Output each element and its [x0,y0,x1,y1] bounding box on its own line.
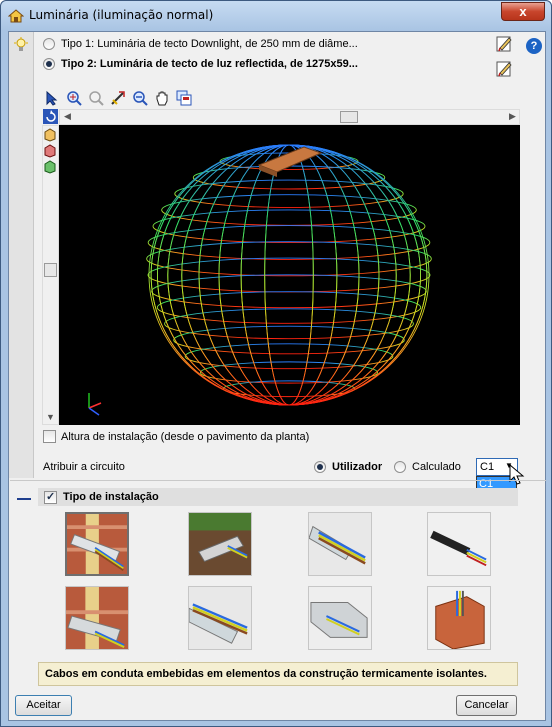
circuit-calc-option[interactable]: Calculado [394,457,461,477]
help-button[interactable]: ? [526,38,542,54]
zoom-dynamic-icon[interactable] [109,89,127,107]
zoom-in-icon[interactable] [131,89,149,107]
install-checkbox[interactable] [44,490,57,504]
type1-label: Tipo 1: Luminária de tecto Downlight, de… [61,38,358,50]
install-thumb-3[interactable] [308,512,372,576]
circuit-user-option[interactable]: Utilizador [314,457,382,477]
cancel-button[interactable]: Cancelar [456,695,517,716]
edit-type1-icon[interactable] [494,34,514,54]
title-bar[interactable]: Luminária (iluminação normal) x [1,1,551,31]
type2-label: Tipo 2: Luminária de tecto de luz reflec… [61,58,358,70]
pick-icon[interactable] [43,89,61,107]
type2-option[interactable]: Tipo 2: Luminária de tecto de luz reflec… [43,54,358,74]
type1-option[interactable]: Tipo 1: Luminária de tecto Downlight, de… [43,34,358,54]
app-home-icon [8,9,24,23]
circuit-user-radio[interactable] [314,461,326,473]
section-separator [10,480,546,481]
window-title: Luminária (iluminação normal) [29,8,214,22]
install-thumb-2[interactable] [188,512,252,576]
circuit-calc-label: Calculado [412,461,461,473]
photometric-3d-viewer[interactable] [59,125,520,425]
edit-type2-icon[interactable] [494,59,514,79]
lightbulb-icon [14,37,28,51]
height-label: Altura de instalação (desde o pavimento … [61,430,310,443]
zoom-window-icon[interactable] [87,89,105,107]
light-distribution-sphere [88,144,432,416]
vertical-scroll-thumb[interactable] [44,263,57,277]
close-button[interactable]: x [501,2,545,21]
mouse-cursor-icon [509,464,525,485]
circuit-user-label: Utilizador [332,461,383,473]
scroll-left-icon[interactable]: ◀ [64,111,71,122]
left-strip [9,32,34,478]
install-thumb-4[interactable] [427,512,491,576]
dialog-window: Luminária (iluminação normal) x Tipo 1: … [0,0,552,727]
install-thumb-6[interactable] [188,586,252,650]
install-description: Cabos em conduta embebidas em elementos … [38,662,518,686]
cube-top-icon[interactable] [43,144,57,158]
pan-hand-icon[interactable] [153,89,171,107]
zoom-extents-icon[interactable] [65,89,83,107]
cube-side-icon[interactable] [43,160,57,174]
cube-front-icon[interactable] [43,128,57,142]
horizontal-scrollbar[interactable]: ◀ ▶ [59,109,520,125]
scroll-down-icon[interactable]: ▼ [46,412,55,422]
view-copy-icon[interactable] [175,89,193,107]
height-checkbox[interactable] [43,430,56,443]
horizontal-scroll-thumb[interactable] [340,111,358,123]
accept-button[interactable]: Aceitar [15,695,72,716]
install-thumb-5[interactable] [65,586,129,650]
type2-radio[interactable] [43,58,55,70]
rotate-view-icon[interactable] [43,109,58,124]
circuit-label: Atribuir a circuito [43,461,125,473]
axes-gizmo-icon [88,393,102,416]
install-thumb-7[interactable] [308,586,372,650]
circuit-combo-value: C1 [480,461,495,473]
scroll-right-icon[interactable]: ▶ [509,111,516,122]
install-header: Tipo de instalação [38,488,518,506]
circuit-calc-radio[interactable] [394,461,406,473]
height-option[interactable]: Altura de instalação (desde o pavimento … [43,430,309,443]
install-header-label: Tipo de instalação [63,491,159,503]
type1-radio[interactable] [43,38,55,50]
install-thumb-8[interactable] [427,586,491,650]
install-thumb-1[interactable] [65,512,129,576]
dialog-client: Tipo 1: Luminária de tecto Downlight, de… [8,31,546,721]
collapse-dash-icon[interactable] [17,498,31,500]
